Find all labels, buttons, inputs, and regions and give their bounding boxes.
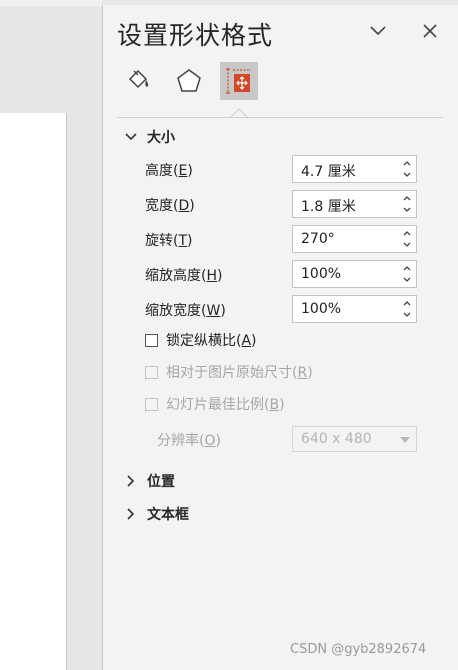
document-area (0, 0, 102, 670)
relative-original-size-checkbox: 相对于图片原始尺寸(R) (145, 362, 313, 382)
scale-width-label: 缩放宽度(W) (145, 303, 226, 319)
pentagon-icon (177, 69, 201, 92)
section-textbox-title: 文本框 (147, 507, 189, 523)
height-label: 高度(E) (145, 163, 193, 179)
rotation-value[interactable]: 270° (301, 231, 335, 247)
chevron-down-icon (125, 131, 137, 143)
scale-height-value[interactable]: 100% (301, 266, 341, 282)
tab-effects[interactable] (170, 62, 208, 100)
width-spinner[interactable]: 1.8 厘米 (292, 190, 417, 218)
tab-size-properties[interactable] (220, 62, 258, 100)
scale-height-label: 缩放高度(H) (145, 268, 223, 284)
section-size-title: 大小 (147, 130, 175, 146)
spin-arrows-icon[interactable] (402, 229, 412, 249)
tab-separator (117, 117, 443, 118)
rotation-spinner[interactable]: 270° (292, 225, 417, 253)
resolution-label: 分辨率(O) (157, 433, 221, 449)
pane-title: 设置形状格式 (117, 21, 274, 50)
pane-options-button[interactable] (365, 18, 391, 44)
scale-width-value[interactable]: 100% (301, 301, 341, 317)
width-label: 宽度(D) (145, 198, 195, 214)
section-position-header[interactable]: 位置 (125, 471, 175, 491)
chevron-right-icon (125, 508, 137, 520)
best-scale-slideshow-label: 幻灯片最佳比例(B) (166, 397, 285, 413)
section-position-title: 位置 (147, 474, 175, 490)
rotation-label: 旋转(T) (145, 233, 193, 249)
best-scale-slideshow-checkbox: 幻灯片最佳比例(B) (145, 394, 285, 414)
resolution-value: 640 x 480 (301, 431, 372, 447)
chevron-down-icon (370, 26, 386, 36)
size-position-icon (226, 68, 251, 94)
checkbox-box[interactable] (145, 333, 158, 347)
section-textbox-header[interactable]: 文本框 (125, 504, 189, 524)
close-icon (423, 24, 437, 38)
pane-top-edge (103, 0, 458, 5)
spin-arrows-icon[interactable] (402, 159, 412, 179)
scale-height-spinner[interactable]: 100% (292, 260, 417, 288)
spin-arrows-icon[interactable] (402, 194, 412, 214)
checkbox-box (145, 397, 158, 411)
lock-aspect-ratio-checkbox[interactable]: 锁定纵横比(A) (145, 330, 257, 350)
close-pane-button[interactable] (417, 18, 443, 44)
watermark: CSDN @gyb2892674 (290, 642, 427, 657)
chevron-right-icon (125, 475, 137, 487)
format-shape-pane: 设置形状格式 大小 高度(E) 4.7 厘米 宽度(D) 1.8 厘米 旋转(T… (103, 0, 458, 670)
relative-original-size-label: 相对于图片原始尺寸(R) (166, 365, 313, 381)
document-top-strip (0, 0, 102, 6)
spin-arrows-icon[interactable] (402, 264, 412, 284)
resolution-select: 640 x 480 (292, 426, 417, 452)
paint-bucket-icon (128, 69, 149, 89)
checkbox-box (145, 365, 158, 379)
height-spinner[interactable]: 4.7 厘米 (292, 155, 417, 183)
tab-fill-line[interactable] (119, 62, 157, 100)
spin-arrows-icon[interactable] (402, 299, 412, 319)
scale-width-spinner[interactable]: 100% (292, 295, 417, 323)
slide-canvas[interactable] (0, 113, 67, 670)
dropdown-caret-icon (400, 437, 410, 443)
section-size-header[interactable]: 大小 (125, 127, 175, 147)
width-value[interactable]: 1.8 厘米 (301, 196, 356, 216)
lock-aspect-ratio-label: 锁定纵横比(A) (166, 333, 257, 349)
height-value[interactable]: 4.7 厘米 (301, 161, 356, 181)
